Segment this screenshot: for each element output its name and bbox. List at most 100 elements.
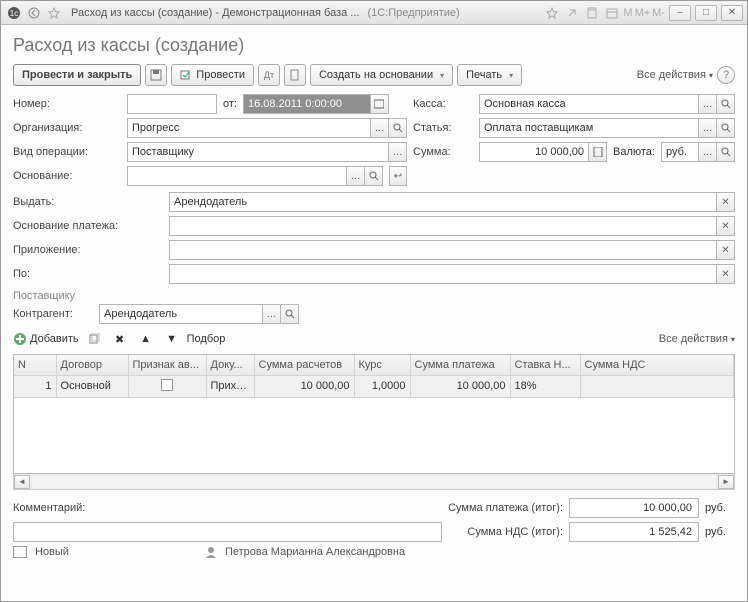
- date-input[interactable]: 16.08.2011 0:00:00: [243, 94, 371, 114]
- post-button[interactable]: Провести: [171, 64, 254, 86]
- payment-fields: Выдать: Арендодатель ✕ Основание платежа…: [13, 192, 735, 284]
- attr-checkbox[interactable]: [161, 379, 173, 391]
- attachment-input[interactable]: [169, 240, 717, 260]
- status-bar: Новый Петрова Марианна Александровна: [13, 542, 735, 558]
- grid-table[interactable]: N Договор Признак ав... Доку... Сумма ра…: [14, 355, 734, 398]
- scroll-left-button[interactable]: ◄: [14, 475, 30, 489]
- select-rows-button[interactable]: Подбор: [187, 333, 226, 345]
- maximize-button[interactable]: □: [695, 5, 717, 21]
- op-type-select-button[interactable]: …: [389, 142, 407, 162]
- col-attr[interactable]: Признак ав...: [128, 355, 206, 375]
- basis-input[interactable]: [127, 166, 347, 186]
- calc-m-minus[interactable]: M-: [652, 7, 665, 19]
- basis-open-button[interactable]: [365, 166, 383, 186]
- date-picker-button[interactable]: [371, 94, 389, 114]
- pay-basis-input[interactable]: [169, 216, 717, 236]
- move-down-button[interactable]: ▼: [161, 328, 183, 350]
- post-label: Провести: [196, 69, 245, 81]
- favorite-icon[interactable]: [543, 4, 561, 22]
- help-button[interactable]: ?: [717, 66, 735, 84]
- basis-fill-button[interactable]: ↩: [389, 166, 407, 186]
- issue-to-input[interactable]: Арендодатель: [169, 192, 717, 212]
- col-rate[interactable]: Курс: [354, 355, 410, 375]
- counterparty-select-button[interactable]: …: [263, 304, 281, 324]
- calc-m[interactable]: M: [623, 7, 632, 19]
- add-row-button[interactable]: Добавить: [13, 332, 79, 346]
- kassa-select-button[interactable]: …: [699, 94, 717, 114]
- grid-all-actions-button[interactable]: Все действия ▾: [659, 333, 735, 345]
- cell-vat-rate[interactable]: 18%: [510, 375, 580, 397]
- currency-input[interactable]: руб.: [661, 142, 699, 162]
- new-doc-button[interactable]: [284, 64, 306, 86]
- po-field: ✕: [169, 264, 735, 284]
- movements-button[interactable]: Дт: [258, 64, 280, 86]
- cell-n[interactable]: 1: [14, 375, 56, 397]
- cell-vat-sum[interactable]: [580, 375, 734, 397]
- minimize-button[interactable]: –: [669, 5, 691, 21]
- sum-label: Сумма:: [413, 146, 473, 158]
- article-input[interactable]: Оплата поставщикам: [479, 118, 699, 138]
- po-clear-button[interactable]: ✕: [717, 264, 735, 284]
- number-input[interactable]: [127, 94, 217, 114]
- col-pay-sum[interactable]: Сумма платежа: [410, 355, 510, 375]
- article-select-button[interactable]: …: [699, 118, 717, 138]
- col-contract[interactable]: Договор: [56, 355, 128, 375]
- kassa-open-button[interactable]: [717, 94, 735, 114]
- cell-contract[interactable]: Основной: [56, 375, 128, 397]
- basis-select-button[interactable]: …: [347, 166, 365, 186]
- issue-to-field: Арендодатель ✕: [169, 192, 735, 212]
- star-icon[interactable]: [45, 4, 63, 22]
- calculator-icon[interactable]: [583, 4, 601, 22]
- comment-label: Комментарий:: [13, 502, 113, 514]
- op-type-input[interactable]: Поставщику: [127, 142, 389, 162]
- col-vat-sum[interactable]: Сумма НДС: [580, 355, 734, 375]
- po-input[interactable]: [169, 264, 717, 284]
- col-calc-sum[interactable]: Сумма расчетов: [254, 355, 354, 375]
- cell-rate[interactable]: 1,0000: [354, 375, 410, 397]
- cell-attr[interactable]: [128, 375, 206, 397]
- number-date-field: от: 16.08.2011 0:00:00: [127, 94, 407, 114]
- all-actions-button[interactable]: Все действия ▾: [637, 69, 713, 81]
- kassa-input[interactable]: Основная касса: [479, 94, 699, 114]
- cell-doc[interactable]: Прихо...: [206, 375, 254, 397]
- save-button[interactable]: [145, 64, 167, 86]
- currency-open-button[interactable]: [717, 142, 735, 162]
- sum-input[interactable]: 10 000,00: [479, 142, 589, 162]
- create-based-button[interactable]: Создать на основании: [310, 64, 453, 86]
- org-field: Прогресс …: [127, 118, 407, 138]
- cell-calc-sum[interactable]: 10 000,00: [254, 375, 354, 397]
- pay-basis-clear-button[interactable]: ✕: [717, 216, 735, 236]
- currency-select-button[interactable]: …: [699, 142, 717, 162]
- counterparty-open-button[interactable]: [281, 304, 299, 324]
- print-button[interactable]: Печать: [457, 64, 522, 86]
- add-row-label: Добавить: [30, 333, 79, 345]
- delete-row-button[interactable]: ✖: [109, 328, 131, 350]
- scroll-track[interactable]: [32, 476, 716, 488]
- org-select-button[interactable]: …: [371, 118, 389, 138]
- grid-hscroll[interactable]: ◄ ►: [13, 474, 735, 490]
- article-open-button[interactable]: [717, 118, 735, 138]
- counterparty-input[interactable]: Арендодатель: [99, 304, 263, 324]
- col-n[interactable]: N: [14, 355, 56, 375]
- calendar-icon[interactable]: [603, 4, 621, 22]
- calc-m-plus[interactable]: M+: [635, 7, 651, 19]
- post-and-close-button[interactable]: Провести и закрыть: [13, 64, 141, 86]
- total-vat-value: 1 525,42: [569, 522, 699, 542]
- cell-pay-sum[interactable]: 10 000,00: [410, 375, 510, 397]
- org-open-button[interactable]: [389, 118, 407, 138]
- col-vat-rate[interactable]: Ставка Н...: [510, 355, 580, 375]
- link-icon[interactable]: [563, 4, 581, 22]
- back-icon[interactable]: [25, 4, 43, 22]
- close-button[interactable]: ✕: [721, 5, 743, 21]
- table-row[interactable]: 1 Основной Прихо... 10 000,00 1,0000 10 …: [14, 375, 734, 397]
- comment-input[interactable]: [13, 522, 442, 542]
- issue-to-clear-button[interactable]: ✕: [717, 192, 735, 212]
- scroll-right-button[interactable]: ►: [718, 475, 734, 489]
- org-input[interactable]: Прогресс: [127, 118, 371, 138]
- col-doc[interactable]: Доку...: [206, 355, 254, 375]
- copy-row-button[interactable]: [83, 328, 105, 350]
- attachment-clear-button[interactable]: ✕: [717, 240, 735, 260]
- sum-calc-button[interactable]: [589, 142, 607, 162]
- kassa-field: Основная касса …: [479, 94, 735, 114]
- move-up-button[interactable]: ▲: [135, 328, 157, 350]
